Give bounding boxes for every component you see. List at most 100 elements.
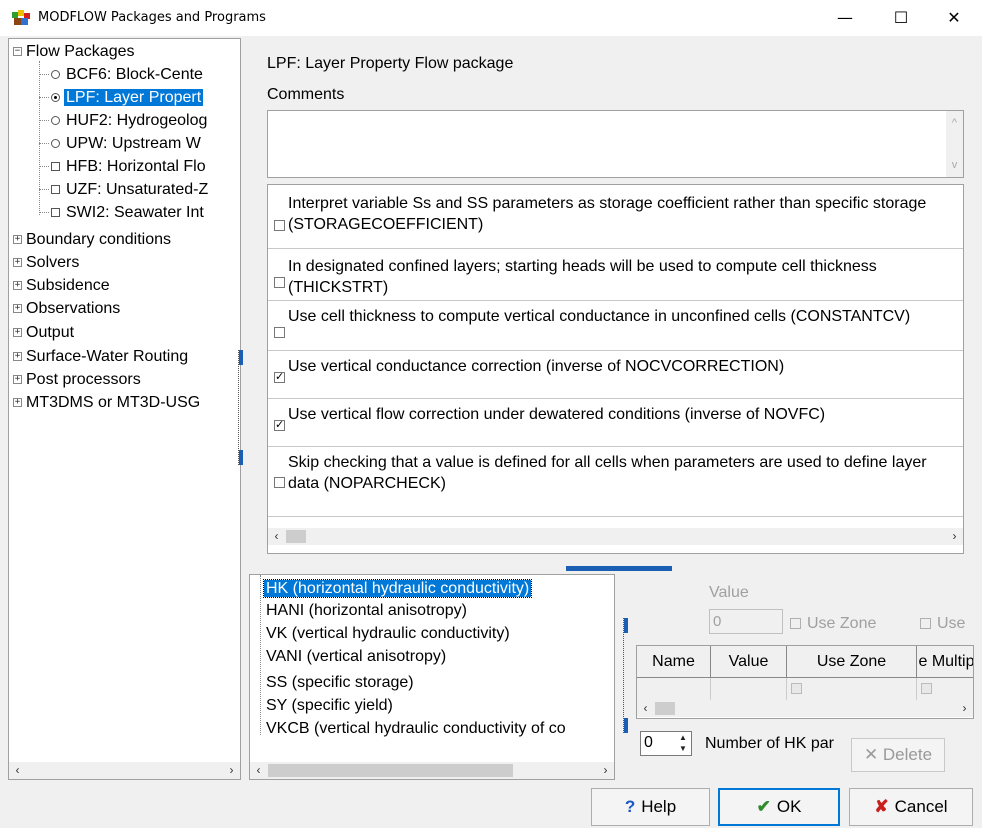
param-ss[interactable]: SS (specific storage): [264, 672, 416, 694]
param-hani[interactable]: HANI (horizontal anisotropy): [264, 600, 469, 622]
package-tree[interactable]: − Flow Packages BCF6: Block-Cente LPF: La…: [8, 38, 241, 780]
param-vani[interactable]: VANI (vertical anisotropy): [264, 646, 448, 668]
scroll-thumb[interactable]: [268, 764, 513, 777]
grid-cell[interactable]: [917, 678, 973, 700]
scroll-left-icon[interactable]: ‹: [250, 762, 267, 779]
use-zone-checkbox-2[interactable]: Use: [920, 615, 965, 633]
checkbox-icon[interactable]: [920, 618, 931, 630]
tree-node-output[interactable]: + Output: [13, 322, 76, 344]
option-storagecoefficient[interactable]: Interpret variable Ss and SS parameters …: [268, 185, 963, 249]
param-sy[interactable]: SY (specific yield): [264, 695, 395, 717]
radio-icon[interactable]: [51, 139, 60, 149]
option-checkbox[interactable]: [274, 477, 285, 488]
option-checkbox[interactable]: [274, 220, 285, 231]
tree-node-surface-water-routing[interactable]: + Surface-Water Routing: [13, 346, 190, 368]
grid-header-name[interactable]: Name: [637, 646, 711, 678]
option-noparcheck[interactable]: Skip checking that a value is defined fo…: [268, 447, 963, 517]
tree-node-observations[interactable]: + Observations: [13, 298, 122, 320]
option-checkbox[interactable]: [274, 277, 285, 288]
param-vkcb[interactable]: VKCB (vertical hydraulic conductivity of…: [264, 718, 568, 740]
spin-down-icon[interactable]: ▼: [675, 743, 691, 754]
scroll-right-icon[interactable]: ›: [956, 700, 973, 717]
splitter-grip-top[interactable]: [239, 350, 243, 365]
use-zone-checkbox[interactable]: Use Zone: [790, 615, 876, 633]
scroll-thumb[interactable]: [655, 702, 675, 715]
scroll-down-icon[interactable]: v: [946, 159, 963, 171]
options-list[interactable]: Interpret variable Ss and SS parameters …: [267, 184, 964, 554]
collapse-icon[interactable]: −: [13, 47, 22, 57]
minimize-button[interactable]: —: [822, 0, 868, 36]
scroll-right-icon[interactable]: ›: [946, 528, 963, 545]
grid-header-use-zone[interactable]: Use Zone: [787, 646, 917, 678]
scroll-left-icon[interactable]: ‹: [9, 762, 26, 779]
tree-node-mt3dms[interactable]: + MT3DMS or MT3D-USG: [13, 392, 202, 414]
parameter-grid[interactable]: Name Value Use Zone e Multip ‹ ›: [636, 645, 974, 719]
option-checkbox-checked[interactable]: ✓: [274, 420, 285, 431]
tree-node-uzf[interactable]: UZF: Unsaturated-Z: [39, 179, 210, 201]
checkbox-icon[interactable]: [790, 618, 801, 630]
tree-node-solvers[interactable]: + Solvers: [13, 252, 81, 274]
tree-horizontal-scrollbar[interactable]: ‹ ›: [9, 762, 240, 779]
tree-node-boundary-conditions[interactable]: + Boundary conditions: [13, 229, 173, 251]
maximize-button[interactable]: ☐: [878, 0, 924, 36]
tree-node-hfb[interactable]: HFB: Horizontal Flo: [39, 156, 208, 178]
grid-horizontal-scrollbar[interactable]: ‹ ›: [637, 700, 973, 717]
radio-selected-icon[interactable]: [51, 93, 60, 103]
spin-up-icon[interactable]: ▲: [675, 732, 691, 743]
scroll-left-icon[interactable]: ‹: [268, 528, 285, 545]
splitter-grip-top[interactable]: [624, 618, 628, 633]
grid-header-multiplier[interactable]: e Multip: [917, 646, 973, 678]
expand-icon[interactable]: +: [13, 352, 22, 362]
options-horizontal-scrollbar[interactable]: ‹ ›: [268, 528, 963, 545]
option-constantcv[interactable]: Use cell thickness to compute vertical c…: [268, 301, 963, 351]
expand-icon[interactable]: +: [13, 375, 22, 385]
tree-node-post-processors[interactable]: + Post processors: [13, 369, 143, 391]
expand-icon[interactable]: +: [13, 304, 22, 314]
checkbox-icon[interactable]: [51, 162, 60, 172]
tree-node-subsidence[interactable]: + Subsidence: [13, 275, 112, 297]
option-nocvcorrection[interactable]: ✓ Use vertical conductance correction (i…: [268, 351, 963, 399]
comments-textarea[interactable]: ^ v: [267, 110, 964, 178]
expand-icon[interactable]: +: [13, 258, 22, 268]
ok-button[interactable]: ✔ OK: [718, 788, 840, 826]
close-button[interactable]: ✕: [931, 0, 977, 36]
expand-icon[interactable]: +: [13, 328, 22, 338]
option-novfc[interactable]: ✓ Use vertical flow correction under dew…: [268, 399, 963, 447]
param-vk[interactable]: VK (vertical hydraulic conductivity): [264, 623, 512, 645]
tree-node-upw[interactable]: UPW: Upstream W: [39, 133, 203, 155]
lower-vertical-splitter[interactable]: [623, 618, 629, 733]
horizontal-splitter[interactable]: [566, 566, 672, 571]
option-thickstrt[interactable]: In designated confined layers; starting …: [268, 249, 963, 301]
checkbox-icon[interactable]: [51, 208, 60, 218]
scroll-thumb[interactable]: [286, 530, 306, 543]
expand-icon[interactable]: +: [13, 235, 22, 245]
vertical-splitter[interactable]: [238, 350, 244, 465]
checkbox-icon[interactable]: [791, 683, 802, 694]
expand-icon[interactable]: +: [13, 398, 22, 408]
grid-cell[interactable]: [637, 678, 711, 700]
spin-buttons[interactable]: ▲ ▼: [675, 732, 691, 755]
checkbox-icon[interactable]: [921, 683, 932, 694]
scroll-up-icon[interactable]: ^: [946, 117, 963, 129]
tree-node-bcf6[interactable]: BCF6: Block-Cente: [39, 64, 205, 86]
grid-cell[interactable]: [711, 678, 787, 700]
tree-node-swi2[interactable]: SWI2: Seawater Int: [39, 202, 206, 224]
splitter-grip-bottom[interactable]: [239, 450, 243, 465]
scroll-right-icon[interactable]: ›: [597, 762, 614, 779]
tree-node-flow-packages[interactable]: − Flow Packages: [13, 41, 137, 63]
expand-icon[interactable]: +: [13, 281, 22, 291]
param-hk[interactable]: HK (horizontal hydraulic conductivity): [262, 578, 533, 600]
tree-node-lpf[interactable]: LPF: Layer Propert: [39, 87, 204, 109]
cancel-button[interactable]: ✘ Cancel: [849, 788, 973, 826]
option-checkbox-checked[interactable]: ✓: [274, 372, 285, 383]
scroll-right-icon[interactable]: ›: [223, 762, 240, 779]
comments-vertical-scrollbar[interactable]: ^ v: [946, 111, 963, 177]
num-params-spinner[interactable]: 0 ▲ ▼: [640, 731, 692, 756]
grid-header-value[interactable]: Value: [711, 646, 787, 678]
delete-button[interactable]: ✕ Delete: [851, 738, 945, 772]
param-horizontal-scrollbar[interactable]: ‹ ›: [250, 762, 614, 779]
grid-cell[interactable]: [787, 678, 917, 700]
checkbox-icon[interactable]: [51, 185, 60, 195]
radio-icon[interactable]: [51, 70, 60, 80]
help-button[interactable]: ? Help: [591, 788, 710, 826]
